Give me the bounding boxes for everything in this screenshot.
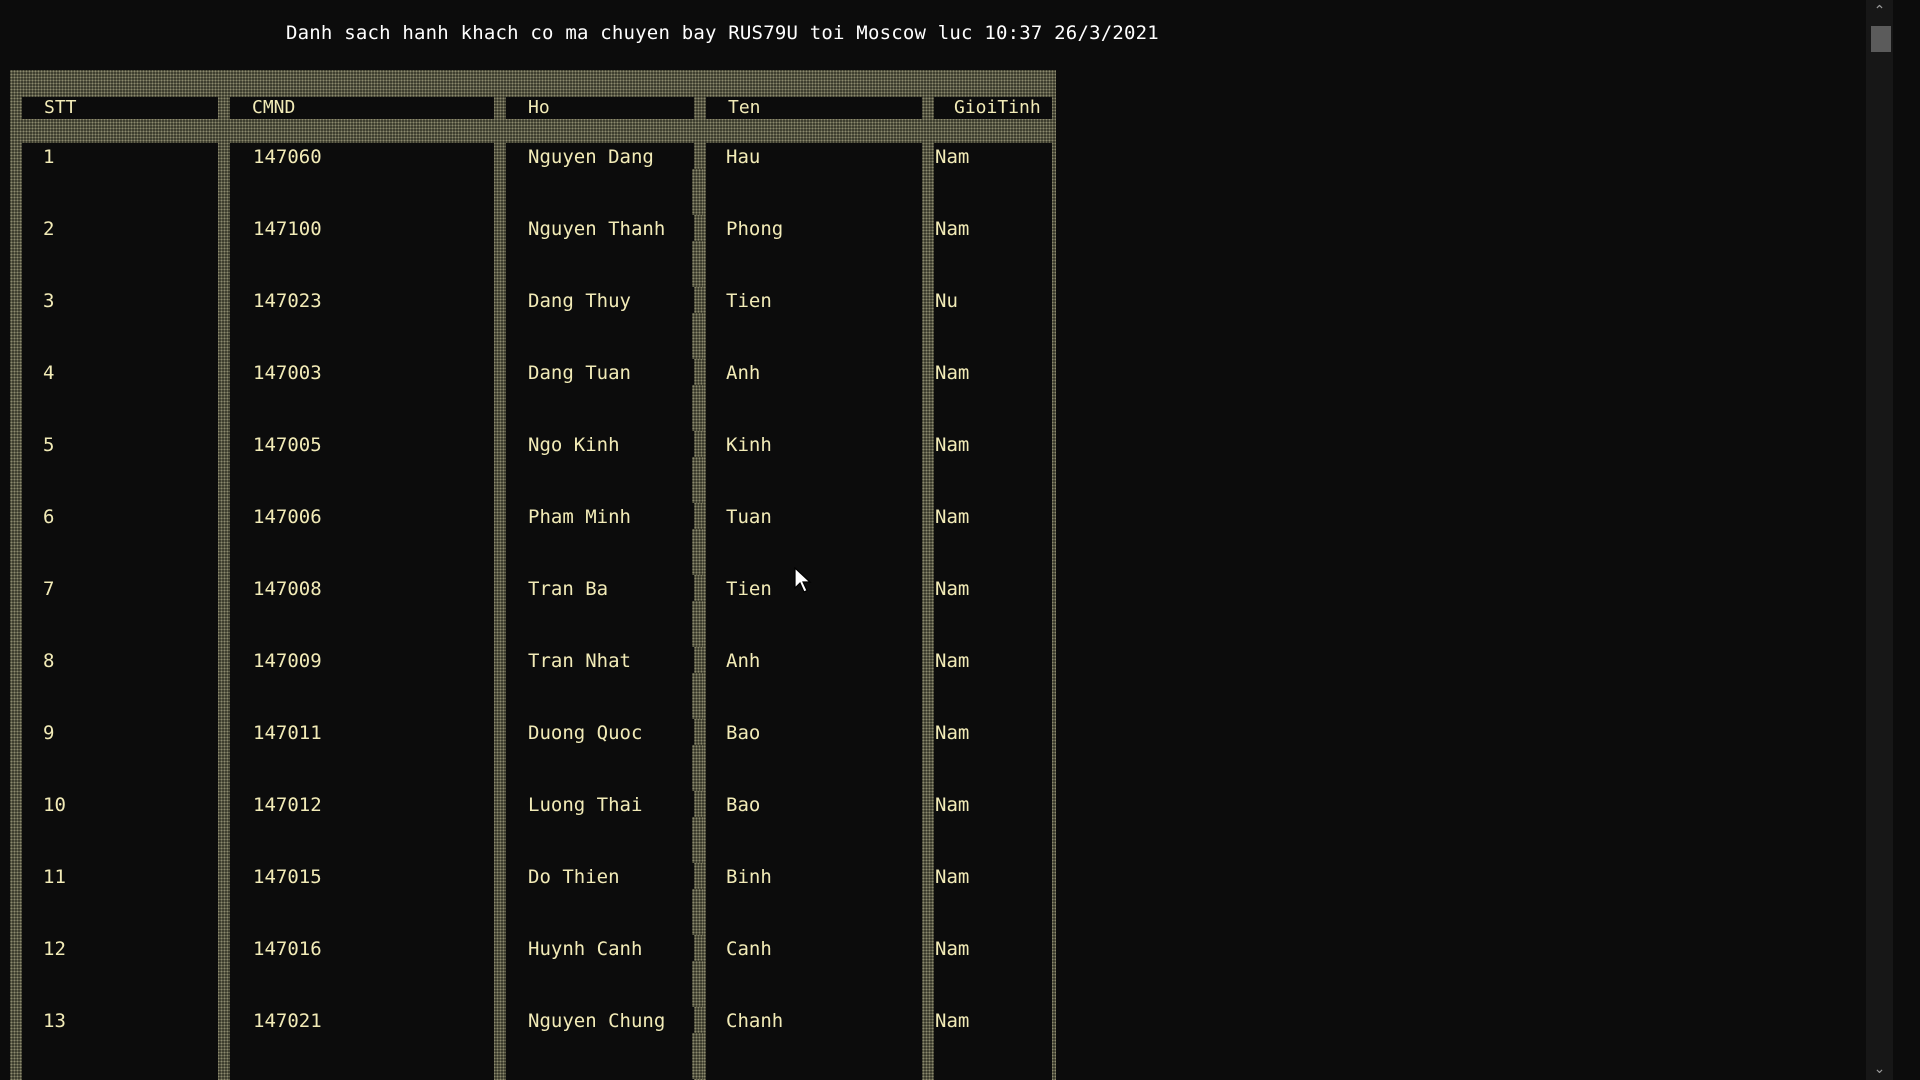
cell-ten: Canh bbox=[726, 938, 772, 960]
row-separator bbox=[692, 673, 704, 719]
cell-cmnd: 147021 bbox=[253, 1010, 322, 1032]
cell-gioitinh: Nam bbox=[935, 794, 970, 816]
cell-stt: 10 bbox=[43, 794, 66, 816]
row-separator bbox=[692, 529, 704, 575]
header-gioitinh: GioiTinh bbox=[934, 97, 1052, 119]
cell-cmnd: 147006 bbox=[253, 506, 322, 528]
scrollbar-thumb[interactable] bbox=[1871, 26, 1891, 52]
cell-ho: Luong Thai bbox=[528, 794, 643, 816]
cell-ho: Duong Quoc bbox=[528, 722, 643, 744]
cell-ten: Chanh bbox=[726, 1010, 784, 1032]
row-separator bbox=[692, 817, 704, 863]
cell-cmnd: 147005 bbox=[253, 434, 322, 456]
row-separator bbox=[692, 745, 704, 791]
cell-ho: Tran Ba bbox=[528, 578, 609, 600]
cell-gioitinh: Nam bbox=[935, 866, 970, 888]
cell-stt: 3 bbox=[43, 290, 55, 312]
cell-stt: 1 bbox=[43, 146, 55, 168]
cell-cmnd: 147016 bbox=[253, 938, 322, 960]
cell-gioitinh: Nam bbox=[935, 362, 970, 384]
cell-cmnd: 147023 bbox=[253, 290, 322, 312]
header-ho: Ho bbox=[506, 97, 694, 119]
cell-ten: Hau bbox=[726, 146, 761, 168]
cell-stt: 2 bbox=[43, 218, 55, 240]
cell-ten: Kinh bbox=[726, 434, 772, 456]
row-separator bbox=[692, 241, 704, 287]
cell-gioitinh: Nam bbox=[935, 722, 970, 744]
cell-stt: 6 bbox=[43, 506, 55, 528]
cell-ho: Pham Minh bbox=[528, 506, 631, 528]
row-separator bbox=[692, 961, 704, 1007]
cell-gioitinh: Nam bbox=[935, 650, 970, 672]
cell-ho: Nguyen Dang bbox=[528, 146, 654, 168]
cell-cmnd: 147015 bbox=[253, 866, 322, 888]
cell-ten: Anh bbox=[726, 650, 761, 672]
cell-cmnd: 147100 bbox=[253, 218, 322, 240]
cell-gioitinh: Nu bbox=[935, 290, 958, 312]
cell-stt: 4 bbox=[43, 362, 55, 384]
chevron-down-icon[interactable]: ⌄ bbox=[1866, 1058, 1893, 1080]
cell-stt: 7 bbox=[43, 578, 55, 600]
chevron-up-icon[interactable]: ⌃ bbox=[1866, 0, 1893, 22]
cell-stt: 13 bbox=[43, 1010, 66, 1032]
cell-ho: Dang Thuy bbox=[528, 290, 631, 312]
cell-gioitinh: Nam bbox=[935, 938, 970, 960]
cell-ten: Binh bbox=[726, 866, 772, 888]
header-stt: STT bbox=[22, 97, 218, 119]
cell-ten: Tien bbox=[726, 578, 772, 600]
row-separator bbox=[692, 889, 704, 935]
console-window: Danh sach hanh khach co ma chuyen bay RU… bbox=[0, 0, 1893, 1080]
cell-ho: Nguyen Thanh bbox=[528, 218, 666, 240]
row-separator bbox=[692, 1033, 704, 1079]
cell-cmnd: 147008 bbox=[253, 578, 322, 600]
cell-stt: 5 bbox=[43, 434, 55, 456]
cell-gioitinh: Nam bbox=[935, 218, 970, 240]
cell-cmnd: 147009 bbox=[253, 650, 322, 672]
cell-gioitinh: Nam bbox=[935, 506, 970, 528]
cell-gioitinh: Nam bbox=[935, 578, 970, 600]
cell-ho: Dang Tuan bbox=[528, 362, 631, 384]
cell-ho: Huynh Canh bbox=[528, 938, 643, 960]
cell-stt: 11 bbox=[43, 866, 66, 888]
cell-ten: Bao bbox=[726, 794, 761, 816]
cell-gioitinh: Nam bbox=[935, 146, 970, 168]
cell-ten: Phong bbox=[726, 218, 784, 240]
header-ten: Ten bbox=[706, 97, 922, 119]
cell-gioitinh: Nam bbox=[935, 434, 970, 456]
cell-ten: Tuan bbox=[726, 506, 772, 528]
cell-stt: 12 bbox=[43, 938, 66, 960]
header-cmnd: CMND bbox=[230, 97, 494, 119]
cell-cmnd: 147003 bbox=[253, 362, 322, 384]
cell-cmnd: 147060 bbox=[253, 146, 322, 168]
cell-ho: Nguyen Chung bbox=[528, 1010, 666, 1032]
vertical-scrollbar[interactable]: ⌃ ⌄ bbox=[1866, 0, 1893, 1080]
cell-ho: Ngo Kinh bbox=[528, 434, 620, 456]
cell-cmnd: 147012 bbox=[253, 794, 322, 816]
cell-ho: Do Thien bbox=[528, 866, 620, 888]
cell-ten: Tien bbox=[726, 290, 772, 312]
row-separator bbox=[692, 169, 704, 215]
mouse-pointer-icon bbox=[794, 567, 812, 593]
row-separator bbox=[692, 601, 704, 647]
cell-stt: 8 bbox=[43, 650, 55, 672]
page-title: Danh sach hanh khach co ma chuyen bay RU… bbox=[286, 22, 1159, 44]
cell-gioitinh: Nam bbox=[935, 1010, 970, 1032]
cell-stt: 9 bbox=[43, 722, 55, 744]
row-separator bbox=[692, 313, 704, 359]
row-separator bbox=[692, 457, 704, 503]
cell-ten: Bao bbox=[726, 722, 761, 744]
row-separator bbox=[692, 385, 704, 431]
cell-cmnd: 147011 bbox=[253, 722, 322, 744]
cell-ten: Anh bbox=[726, 362, 761, 384]
cell-ho: Tran Nhat bbox=[528, 650, 631, 672]
